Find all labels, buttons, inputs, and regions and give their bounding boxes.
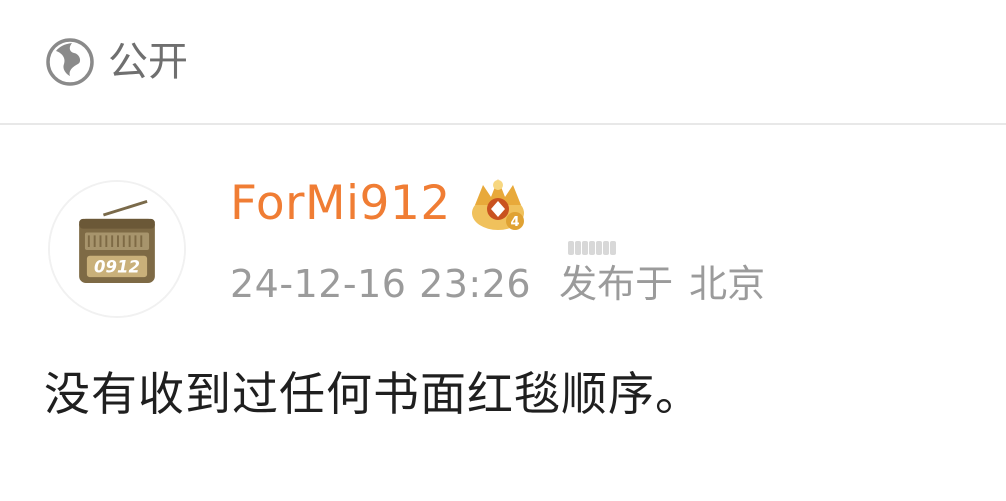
radio-avatar-icon: 0912 bbox=[50, 182, 184, 316]
author-row: ForMi912 4 bbox=[230, 172, 531, 236]
avatar-badge-text: 0912 bbox=[94, 257, 140, 276]
visibility-label: 公开 bbox=[108, 39, 188, 85]
post-meta: 24-12-16 23:26 发布于 北京 bbox=[230, 256, 765, 312]
badge-level: 4 bbox=[510, 215, 519, 230]
visibility-indicator: 公开 bbox=[44, 32, 188, 92]
crown-badge-icon: 4 bbox=[471, 179, 524, 230]
post-location: 北京 bbox=[689, 262, 766, 306]
globe-icon bbox=[46, 38, 94, 86]
post-content: 没有收到过任何书面红毯顺序。 bbox=[44, 367, 702, 421]
avatar[interactable]: 0912 bbox=[48, 180, 186, 318]
published-label: 发布于 bbox=[559, 262, 674, 306]
blurred-region bbox=[568, 238, 620, 258]
post-timestamp: 24-12-16 23:26 bbox=[230, 262, 532, 306]
author-name[interactable]: ForMi912 bbox=[230, 172, 451, 236]
divider bbox=[0, 123, 1006, 125]
